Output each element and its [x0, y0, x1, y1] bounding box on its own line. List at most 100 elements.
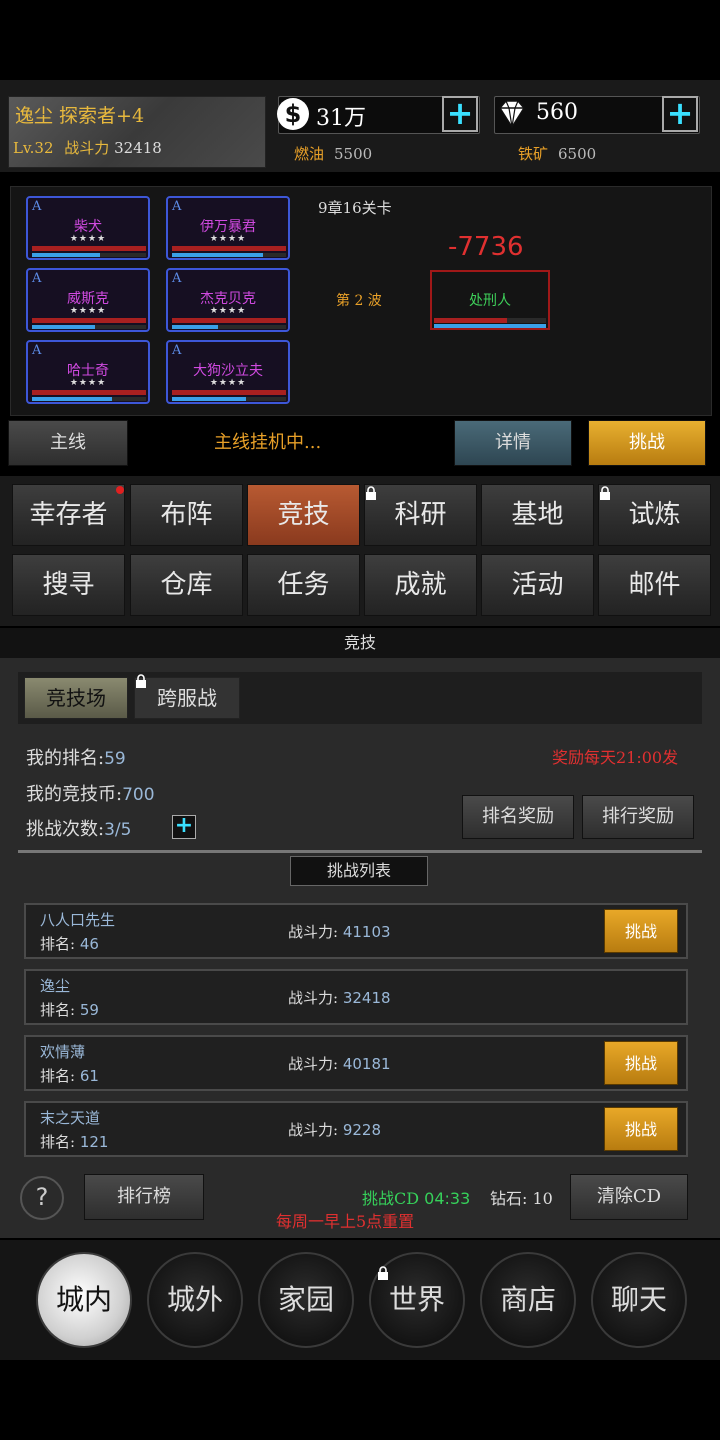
hero-mp-track: [32, 397, 146, 401]
reward-time-note: 奖励每天21:00发: [552, 748, 679, 767]
help-button[interactable]: ?: [20, 1176, 64, 1220]
hero-name: 柴犬: [74, 219, 102, 235]
challenge-opponent-button[interactable]: 挑战: [604, 1107, 678, 1151]
menu-search[interactable]: 搜寻: [12, 554, 125, 616]
menu-base[interactable]: 基地: [481, 484, 594, 546]
hero-grade: A: [32, 199, 42, 214]
add-attempts-button[interactable]: +: [172, 815, 196, 839]
challenge-opponent-button[interactable]: 挑战: [604, 909, 678, 953]
reset-note: 每周一早上5点重置: [276, 1212, 415, 1231]
wave-label: 第 2 波: [336, 293, 382, 309]
challenge-stage-button[interactable]: 挑战: [588, 420, 706, 466]
rank-reward-button[interactable]: 排名奖励: [462, 795, 574, 839]
leaderboard-reward-button[interactable]: 排行奖励: [582, 795, 694, 839]
player-level: Lv.32: [13, 139, 54, 157]
hero-card[interactable]: A 威斯克 ★★★★: [26, 268, 150, 332]
menu-warehouse[interactable]: 仓库: [130, 554, 243, 616]
hero-name: 伊万暴君: [200, 219, 256, 235]
hero-card[interactable]: A 柴犬 ★★★★: [26, 196, 150, 260]
diamond-cost: 钻石: 10: [490, 1189, 553, 1208]
hero-mp-track: [172, 253, 286, 257]
player-name-title: 逸尘 探索者+4: [15, 105, 145, 127]
add-money-button[interactable]: +: [442, 96, 478, 132]
opponent-row: 欢情薄 排名: 61 战斗力: 40181 挑战: [24, 1035, 688, 1091]
player-level-power: Lv.32 战斗力 32418: [13, 137, 162, 158]
attempts: 挑战次数:3/5: [26, 815, 131, 841]
menu-events[interactable]: 活动: [481, 554, 594, 616]
lock-icon: [600, 486, 610, 500]
opponent-power-value: 9228: [342, 1121, 382, 1139]
boss-mp-bar: [434, 324, 546, 328]
power-prefix: 战斗力:: [288, 989, 339, 1007]
boss-card: 处刑人: [430, 270, 550, 330]
lock-icon: [366, 486, 376, 500]
opponent-name: 末之天道: [40, 1109, 101, 1127]
ore-resource: 铁矿 6500: [518, 143, 596, 164]
opponent-rank-value: 61: [79, 1067, 99, 1085]
fuel-value: 5500: [334, 145, 373, 163]
menu-achievements[interactable]: 成就: [364, 554, 477, 616]
menu-formation[interactable]: 布阵: [130, 484, 243, 546]
power-prefix: 战斗力:: [288, 923, 339, 941]
power-label: 战斗力: [64, 139, 110, 157]
detail-button[interactable]: 详情: [454, 420, 572, 466]
nav-city[interactable]: 城内: [36, 1252, 132, 1348]
hero-grade: A: [172, 199, 182, 214]
attempts-label: 挑战次数:: [26, 819, 105, 840]
rank-prefix: 排名:: [40, 1067, 76, 1085]
rank-prefix: 排名:: [40, 935, 76, 953]
dollar-coin-icon: $: [277, 98, 309, 130]
cd-time: 04:33: [424, 1189, 471, 1208]
hero-card[interactable]: A 哈士奇 ★★★★: [26, 340, 150, 404]
tab-arena[interactable]: 竞技场: [24, 677, 128, 719]
my-coins-value: 700: [122, 785, 155, 805]
power-value: 32418: [114, 139, 162, 157]
hero-grade: A: [172, 343, 182, 358]
boss-name: 处刑人: [469, 293, 511, 309]
hero-stars: ★★★★: [209, 234, 247, 244]
hero-hp-bar: [32, 246, 146, 251]
nav-shop[interactable]: 商店: [480, 1252, 576, 1348]
hero-mp-bar: [172, 397, 247, 401]
challenge-opponent-button[interactable]: 挑战: [604, 1041, 678, 1085]
hero-card[interactable]: A 伊万暴君 ★★★★: [166, 196, 290, 260]
menu-survivors[interactable]: 幸存者: [12, 484, 125, 546]
lock-icon: [136, 674, 146, 688]
tab-cross-server[interactable]: 跨服战: [134, 677, 240, 719]
hero-hp-bar: [32, 390, 146, 395]
add-diamond-button[interactable]: +: [662, 96, 698, 132]
rank-prefix: 排名:: [40, 1001, 76, 1019]
clear-cd-button[interactable]: 清除CD: [570, 1174, 688, 1220]
hero-mp-track: [172, 397, 286, 401]
hero-mp-bar: [32, 397, 112, 401]
stage-label: 9章16关卡: [318, 199, 392, 217]
nav-chat[interactable]: 聊天: [591, 1252, 687, 1348]
challenge-cd: 挑战CD 04:33: [362, 1185, 470, 1209]
my-rank-label: 我的排名:: [26, 748, 105, 769]
opponent-row: 末之天道 排名: 121 战斗力: 9228 挑战: [24, 1101, 688, 1157]
hero-card[interactable]: A 杰克贝克 ★★★★: [166, 268, 290, 332]
diamond-value: 560: [536, 100, 578, 125]
opponent-name: 逸尘: [40, 977, 71, 995]
menu-tasks[interactable]: 任务: [247, 554, 360, 616]
hero-card[interactable]: A 大狗沙立夫 ★★★★: [166, 340, 290, 404]
leaderboard-button[interactable]: 排行榜: [84, 1174, 204, 1220]
nav-home[interactable]: 家园: [258, 1252, 354, 1348]
menu-research[interactable]: 科研: [364, 484, 477, 546]
mainline-button[interactable]: 主线: [8, 420, 128, 466]
challenge-list-title: 挑战列表: [290, 856, 428, 886]
nav-outside[interactable]: 城外: [147, 1252, 243, 1348]
player-card[interactable]: 逸尘 探索者+4 Lv.32 战斗力 32418: [8, 96, 266, 168]
menu-mail[interactable]: 邮件: [598, 554, 711, 616]
menu-arena[interactable]: 竞技: [247, 484, 360, 546]
money-value: 31万: [316, 106, 366, 131]
hero-name: 哈士奇: [67, 363, 109, 379]
hero-stars: ★★★★: [209, 378, 247, 388]
rank-prefix: 排名:: [40, 1133, 76, 1151]
notification-dot: [116, 486, 124, 494]
opponent-power: 战斗力: 32418: [288, 987, 391, 1008]
opponent-power: 战斗力: 41103: [288, 921, 391, 942]
menu-trial[interactable]: 试炼: [598, 484, 711, 546]
fuel-resource: 燃油 5500: [294, 143, 372, 164]
opponent-power-value: 32418: [342, 989, 391, 1007]
